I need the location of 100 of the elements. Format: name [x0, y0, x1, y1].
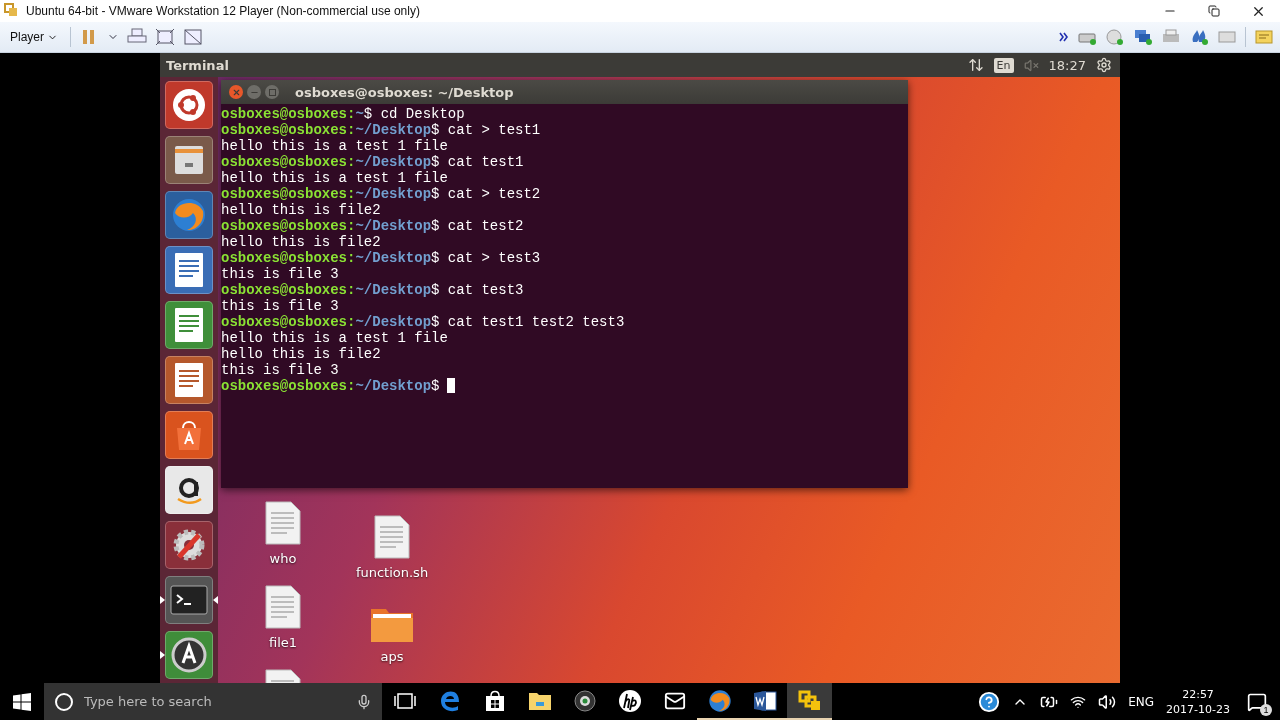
document-icon	[174, 252, 204, 288]
prompt-user: osboxes@osboxes:	[221, 314, 356, 330]
desktop-icon-label[interactable]: aps	[380, 649, 404, 664]
command-text: cd Desktop	[379, 106, 465, 122]
cortana-ring-icon	[54, 691, 74, 712]
prompt-user: osboxes@osboxes:	[221, 250, 356, 266]
firefox-icon	[171, 197, 207, 233]
prompt-user: osboxes@osboxes:	[221, 282, 356, 298]
command-text: cat test1 test2 test3	[447, 314, 625, 330]
keyboard-layout-indicator[interactable]: En	[993, 57, 1014, 73]
prompt-sign: $	[431, 218, 440, 234]
prompt-path: ~/Desktop	[355, 186, 432, 202]
send-keys-icon[interactable]	[127, 28, 147, 46]
command-text: cat > test2	[446, 186, 541, 202]
launcher-item[interactable]	[160, 576, 218, 624]
command-text: cat test1	[447, 154, 524, 170]
taskbar-date[interactable]: 2017-10-23	[1166, 701, 1230, 717]
message-icon	[1247, 691, 1267, 712]
output-text: hello this is file2	[221, 346, 381, 362]
prompt-user: osboxes@osboxes:	[221, 218, 356, 234]
text-file-icon	[265, 501, 301, 545]
double-chevron-icon[interactable]	[1059, 32, 1069, 42]
prompt-user: osboxes@osboxes:	[221, 122, 356, 138]
clock[interactable]: 18:27	[1048, 57, 1086, 73]
output-text: hello this is a test 1 file	[221, 330, 448, 346]
terminal-title: osboxes@osboxes: ~/Desktop	[295, 84, 514, 100]
prompt-path: ~/Desktop	[355, 250, 432, 266]
prompt-user: osboxes@osboxes:	[221, 378, 356, 394]
output-text: hello this is file2	[221, 202, 381, 218]
desktop-icon-label[interactable]: who	[269, 551, 297, 566]
close-button[interactable]	[229, 85, 243, 99]
prompt-sign: $	[431, 250, 440, 266]
cd-drive-icon[interactable]	[1105, 28, 1125, 46]
fullscreen-icon[interactable]	[155, 28, 175, 46]
prompt-sign: $	[431, 314, 440, 330]
output-text: hello this is a test 1 file	[221, 138, 448, 154]
prompt-user: osboxes@osboxes:	[221, 106, 356, 122]
search-field[interactable]: Type here to search	[82, 693, 348, 710]
command-text: cat > test3	[446, 250, 541, 266]
windows-logo-icon	[13, 692, 31, 711]
maximize-icon	[268, 88, 276, 96]
output-text: this is file 3	[221, 362, 339, 378]
prompt-user: osboxes@osboxes:	[221, 154, 356, 170]
command-text: cat test2	[446, 218, 524, 234]
prompt-path: ~/Desktop	[355, 314, 432, 330]
document-icon	[174, 307, 204, 343]
command-text: cat > test1	[447, 122, 541, 138]
network-icon[interactable]	[1133, 28, 1153, 46]
desktop-icon-label[interactable]: file1	[268, 635, 298, 650]
prompt-sign: $	[431, 186, 440, 202]
help-icon[interactable]	[978, 690, 1001, 713]
network-arrows-icon[interactable]	[967, 57, 984, 73]
terminal-icon	[170, 585, 208, 615]
prompt-path: ~/Desktop	[355, 122, 432, 138]
player-menu[interactable]: Player	[6, 28, 62, 46]
restore-icon	[1208, 5, 1220, 17]
output-text: this is file 3	[221, 298, 339, 314]
taskbar-time[interactable]: 22:57	[1182, 686, 1214, 702]
close-icon	[231, 87, 241, 97]
volume-icon[interactable]	[1098, 692, 1117, 711]
file-cabinet-icon	[172, 143, 206, 177]
prompt-path: ~/Desktop	[355, 218, 432, 234]
prompt-path: ~/Desktop	[355, 154, 432, 170]
prompt-user: osboxes@osboxes:	[221, 186, 356, 202]
output-text: hello this is a test 1 file	[221, 170, 448, 186]
prompt-path: ~/Desktop	[355, 378, 432, 394]
window-title: Ubuntu 64-bit - VMware Workstation 12 Player (Non-commercial use only)	[26, 4, 421, 18]
vmware-icon	[797, 689, 822, 712]
microphone-icon[interactable]	[356, 693, 372, 710]
prompt-sign: $	[431, 122, 440, 138]
hp-logo-icon	[617, 688, 642, 713]
prompt-sign: $	[431, 378, 440, 394]
desktop-icon-label[interactable]: function.sh	[355, 565, 429, 580]
taskbar-app-button[interactable]	[787, 683, 832, 720]
search-bar[interactable]: Type here to search	[44, 683, 382, 720]
text-file-icon	[265, 585, 301, 629]
text-file-icon	[374, 515, 410, 559]
gear-wrench-icon	[171, 527, 207, 563]
update-icon	[171, 637, 207, 673]
ubuntu-logo-icon	[172, 88, 206, 122]
firefox-icon	[707, 688, 732, 713]
prompt-sign: $	[431, 154, 440, 170]
webcam-icon	[573, 689, 596, 712]
word-document-icon	[752, 689, 777, 712]
prompt-sign: $	[431, 282, 440, 298]
action-center-button[interactable]: 1	[1242, 686, 1272, 717]
document-icon	[174, 362, 204, 398]
edge-browser-icon	[438, 689, 461, 712]
folder-icon	[527, 690, 552, 711]
settings-icon[interactable]	[1096, 57, 1112, 73]
prompt-sign: $	[363, 106, 373, 122]
app-title: Terminal	[166, 57, 230, 73]
prompt-path: ~/Desktop	[355, 282, 432, 298]
language-indicator[interactable]: ENG	[1128, 694, 1155, 709]
store-bag-icon	[484, 689, 505, 712]
unity-mode-icon[interactable]	[183, 28, 203, 46]
output-text: this is file 3	[221, 266, 339, 282]
prompt-path: ~	[355, 106, 364, 122]
command-text: cat test3	[446, 282, 524, 298]
output-text: hello this is file2	[221, 234, 381, 250]
